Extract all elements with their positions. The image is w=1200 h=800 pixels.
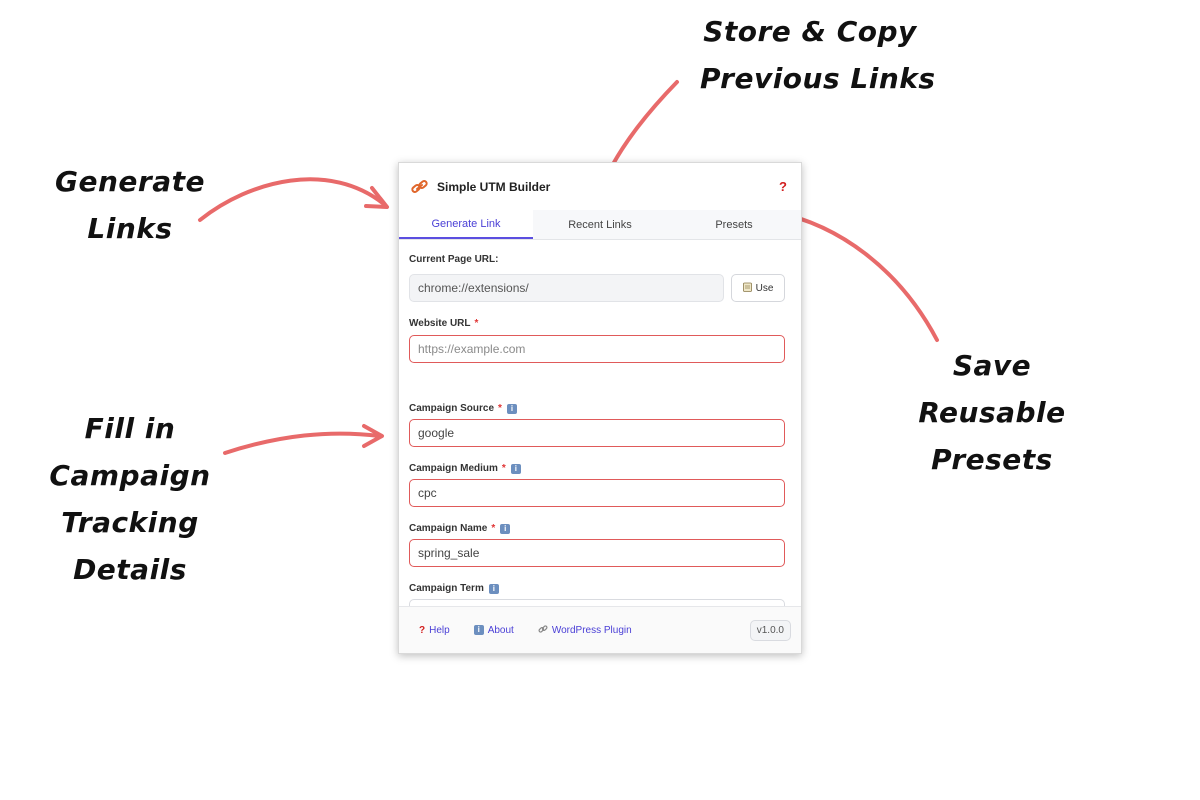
annotation-line: Presets xyxy=(931,443,1053,476)
footer-wordpress-link[interactable]: WordPress Plugin xyxy=(538,624,632,637)
website-url-label-text: Website URL xyxy=(409,318,471,329)
current-page-label-text: Current Page URL: xyxy=(409,254,499,265)
annotation-line: Save xyxy=(952,349,1032,382)
annotation-line: Reusable xyxy=(918,396,1066,429)
footer-about-label: About xyxy=(487,624,514,636)
question-icon: ? xyxy=(419,624,426,636)
required-marker: * xyxy=(501,463,506,474)
info-icon[interactable]: i xyxy=(510,463,521,474)
popup-footer: ? Help i About WordPress Plugin v1.0.0 xyxy=(399,606,801,653)
campaign-source-label-text: Campaign Source xyxy=(409,403,495,414)
required-marker: * xyxy=(474,318,479,329)
use-current-url-button[interactable]: Use xyxy=(731,274,785,302)
footer-wordpress-label: WordPress Plugin xyxy=(551,624,632,636)
annotation-generate-links: Generate Links xyxy=(50,158,210,252)
canvas: Store & Copy Previous Links Generate Lin… xyxy=(0,0,1200,800)
app-title: Simple UTM Builder xyxy=(437,179,551,194)
campaign-medium-input[interactable]: cpc xyxy=(409,479,785,507)
popup-header: Simple UTM Builder ? xyxy=(399,163,801,210)
annotation-line: Campaign xyxy=(49,459,211,492)
link-icon xyxy=(538,624,548,637)
annotation-line: Details xyxy=(73,553,187,586)
campaign-name-input[interactable]: spring_sale xyxy=(409,539,785,567)
annotation-line: Links xyxy=(87,212,173,245)
required-marker: * xyxy=(491,523,496,534)
clipboard-icon xyxy=(742,282,752,295)
website-url-input[interactable]: https://example.com xyxy=(409,335,785,363)
annotation-fill-in: Fill in Campaign Tracking Details xyxy=(45,405,215,593)
info-icon[interactable]: i xyxy=(506,403,517,414)
info-icon: i xyxy=(473,625,484,635)
tab-bar: Generate Link Recent Links Presets xyxy=(399,210,801,240)
arrow-generate-head xyxy=(364,186,389,209)
current-page-url-field[interactable]: chrome://extensions/ xyxy=(409,274,724,302)
campaign-term-label: Campaign Term i xyxy=(409,583,787,594)
required-marker: * xyxy=(498,403,502,414)
annotation-line: Generate xyxy=(55,165,205,198)
campaign-medium-label: Campaign Medium * i xyxy=(409,463,787,474)
annotation-line: Store & Copy xyxy=(703,15,917,48)
version-badge: v1.0.0 xyxy=(749,619,791,641)
arrow-fill-in xyxy=(223,431,382,455)
annotation-save-presets: Save Reusable Presets xyxy=(912,342,1072,483)
info-icon[interactable]: i xyxy=(500,523,511,534)
tab-recent-links[interactable]: Recent Links xyxy=(533,210,667,239)
use-button-label: Use xyxy=(755,282,774,294)
annotation-line: Previous Links xyxy=(700,62,936,95)
info-icon[interactable]: i xyxy=(488,583,499,594)
arrow-generate xyxy=(198,177,387,222)
annotation-store-copy: Store & Copy Previous Links xyxy=(700,8,936,102)
tab-generate-link[interactable]: Generate Link xyxy=(399,210,533,239)
website-url-label: Website URL * xyxy=(409,318,787,329)
footer-about-link[interactable]: i About xyxy=(473,624,514,636)
help-icon[interactable]: ? xyxy=(779,179,787,194)
campaign-source-input[interactable]: google xyxy=(409,419,785,447)
extension-popup: Simple UTM Builder ? Generate Link Recen… xyxy=(398,162,802,654)
footer-help-label: Help xyxy=(429,624,450,636)
campaign-source-label: Campaign Source * i xyxy=(409,403,787,414)
link-logo-icon xyxy=(409,176,431,198)
current-page-label: Current Page URL: xyxy=(409,254,787,265)
campaign-name-label: Campaign Name * i xyxy=(409,523,787,534)
footer-help-link[interactable]: ? Help xyxy=(419,625,450,636)
campaign-term-label-text: Campaign Term xyxy=(409,583,484,594)
campaign-name-label-text: Campaign Name xyxy=(409,523,488,534)
current-page-row: chrome://extensions/ Use xyxy=(409,274,787,302)
form-content: Current Page URL: chrome://extensions/ U… xyxy=(399,240,801,607)
annotation-line: Tracking xyxy=(61,506,199,539)
annotation-line: Fill in xyxy=(84,412,176,445)
tab-presets[interactable]: Presets xyxy=(667,210,801,239)
arrow-fill-in-head xyxy=(362,424,384,448)
campaign-medium-label-text: Campaign Medium xyxy=(409,463,498,474)
